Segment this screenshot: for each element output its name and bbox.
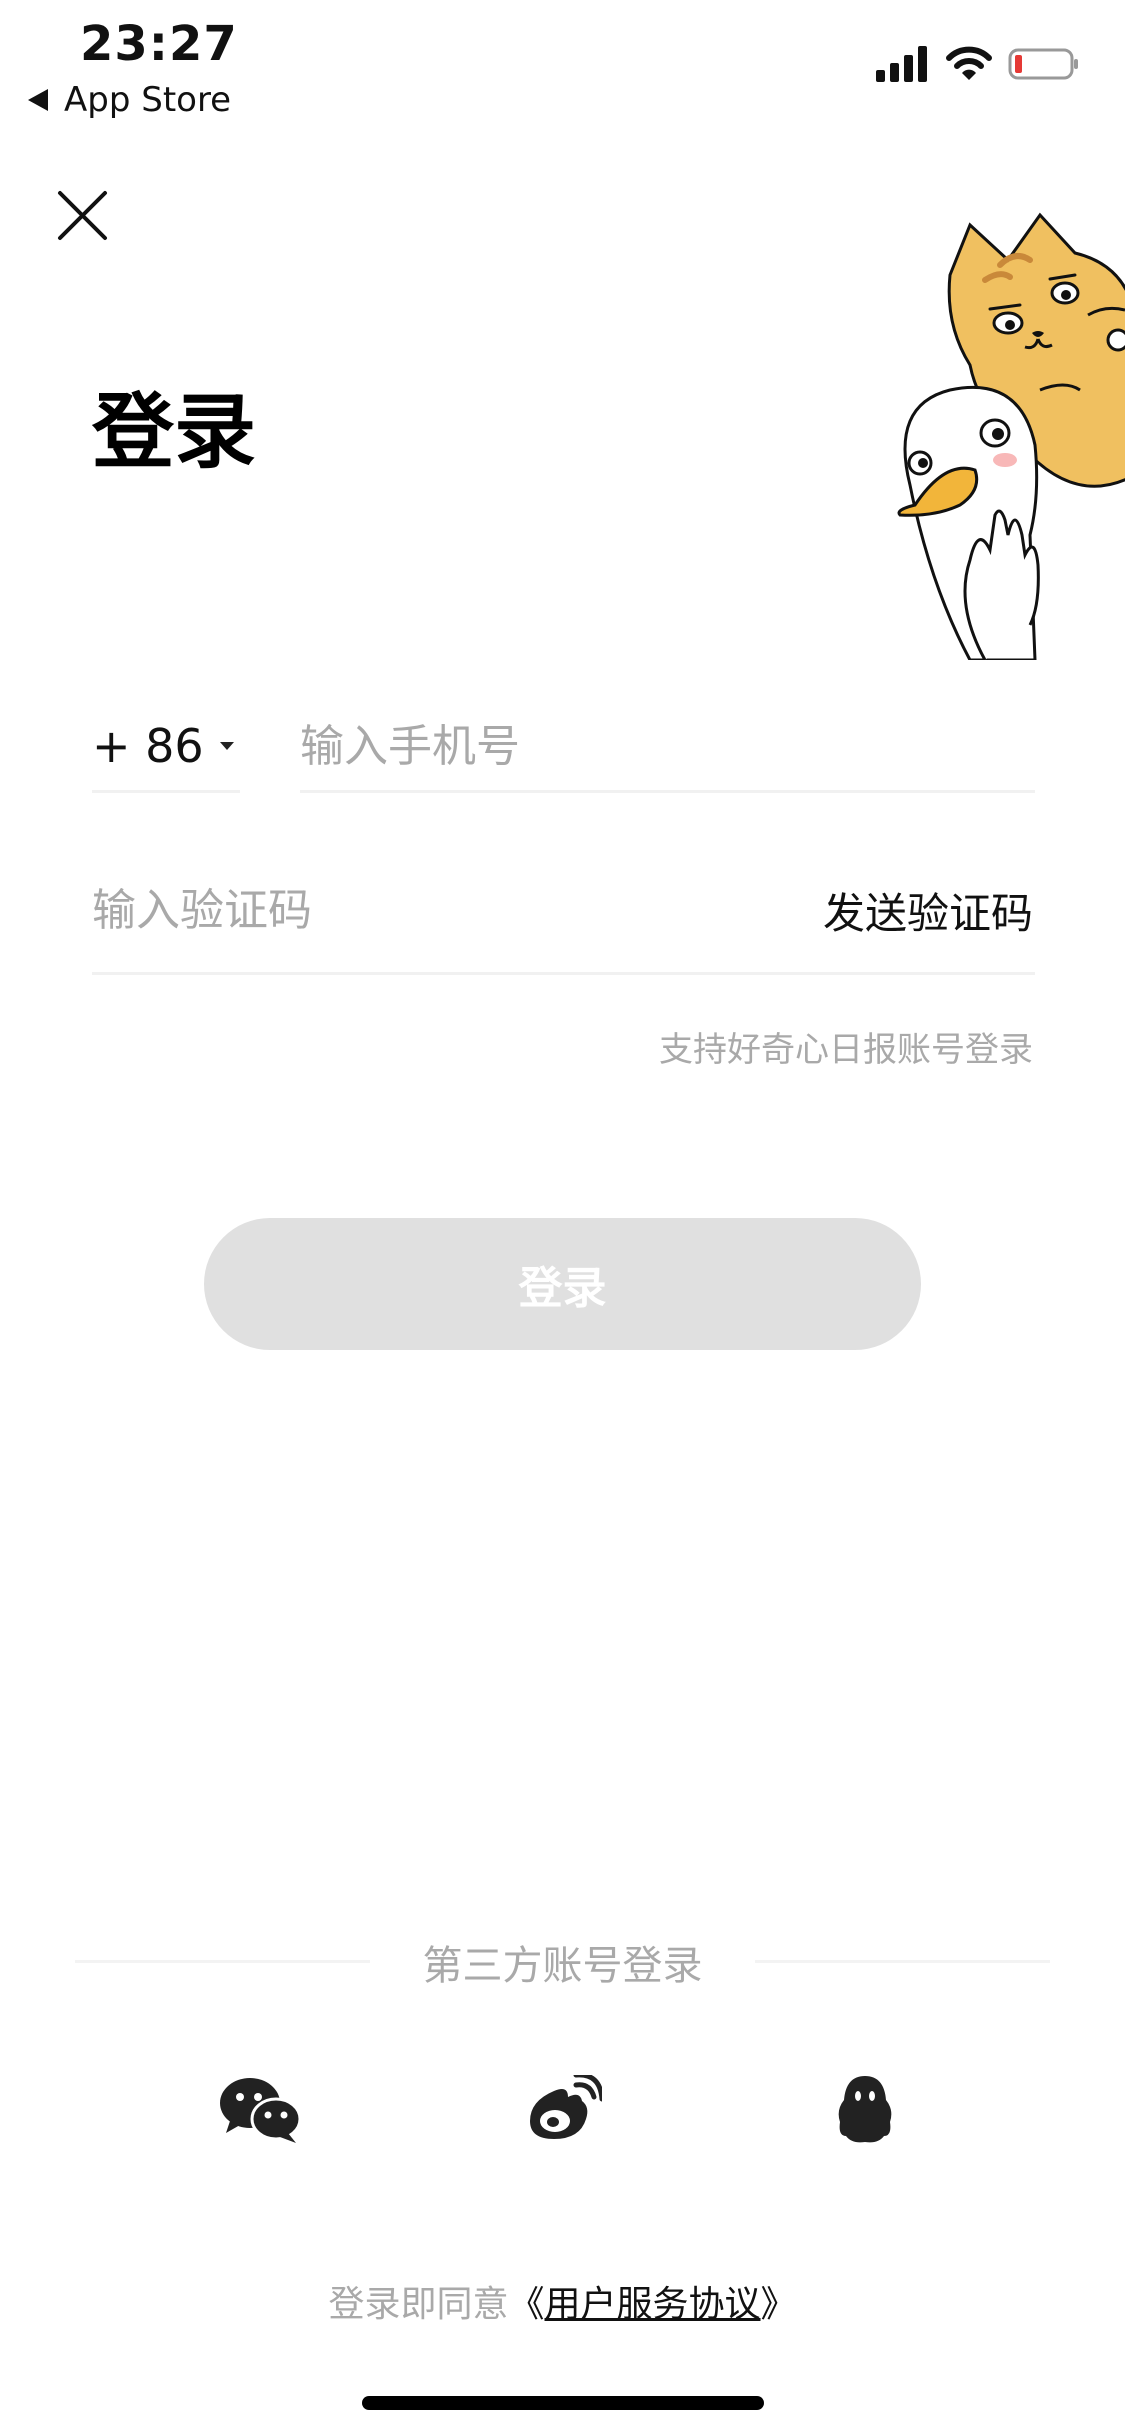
back-to-app-store[interactable]: App Store: [28, 80, 231, 120]
send-code-button[interactable]: 发送验证码: [823, 880, 1033, 941]
caret-down-icon: [219, 742, 234, 750]
support-hint: 支持好奇心日报账号登录: [659, 1030, 1033, 1070]
wechat-icon: [220, 2078, 302, 2143]
country-code-divider: [92, 790, 240, 793]
agreement-text: 登录即同意《用户服务协议》: [0, 2275, 1125, 2327]
weibo-login-button[interactable]: [517, 2070, 607, 2150]
duck-illustration: [897, 385, 1040, 660]
login-button[interactable]: 登录: [204, 1218, 921, 1350]
qq-login-button[interactable]: [820, 2070, 910, 2150]
close-icon[interactable]: [55, 188, 110, 243]
status-time: 23:27: [80, 16, 238, 72]
phone-number-input[interactable]: [300, 696, 1035, 796]
qq-icon: [838, 2076, 892, 2143]
phone-divider: [300, 790, 1035, 793]
verification-code-input[interactable]: [92, 860, 712, 960]
back-app-label: App Store: [64, 80, 232, 120]
country-code-label: + 86: [92, 719, 204, 773]
battery-icon: [1008, 48, 1078, 80]
signal-icon: [876, 46, 927, 82]
page-title: 登录: [92, 385, 257, 480]
mascot-illustration: [897, 212, 1125, 660]
back-triangle-icon: [28, 89, 48, 111]
third-party-title: 第三方账号登录: [422, 1943, 703, 1989]
agreement-open-bracket: 《: [508, 2284, 545, 2325]
code-divider: [92, 972, 1035, 975]
wifi-icon: [946, 46, 992, 80]
weibo-icon: [530, 2075, 602, 2139]
home-indicator: [362, 2396, 764, 2410]
status-icons: [876, 46, 1080, 82]
wechat-login-button[interactable]: [215, 2070, 305, 2150]
agreement-prefix: 登录即同意: [328, 2284, 509, 2325]
agreement-close-bracket: 》: [760, 2284, 797, 2325]
user-agreement-link[interactable]: 用户服务协议: [545, 2284, 761, 2325]
country-code-selector[interactable]: + 86: [92, 696, 242, 796]
